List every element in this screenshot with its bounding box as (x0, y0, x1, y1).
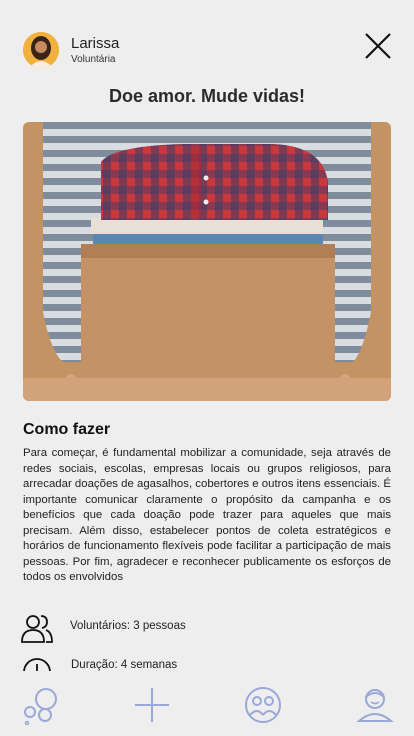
avatar[interactable] (23, 32, 59, 68)
bubbles-icon (24, 688, 57, 726)
profile-icon (356, 689, 394, 722)
header: Larissa Voluntária (0, 0, 414, 80)
section-body: Para começar, é fundamental mobilizar a … (23, 447, 391, 583)
community-icon (245, 687, 281, 723)
nav-bubbles[interactable] (20, 685, 60, 726)
user-role: Voluntária (71, 54, 116, 65)
nav-community[interactable] (243, 685, 283, 725)
nav-profile[interactable] (355, 685, 395, 725)
close-icon (365, 33, 391, 59)
donation-box-image (23, 122, 391, 401)
volunteers-text: Voluntários: 3 pessoas (70, 620, 186, 632)
duration-text: Duração: 4 semanas (71, 659, 178, 671)
volunteers-row: Voluntários: 3 pessoas (20, 612, 400, 648)
user-name: Larissa (71, 35, 120, 52)
people-icon (21, 615, 53, 643)
bottom-nav (0, 671, 414, 736)
section-title: Como fazer (23, 421, 111, 438)
nav-add[interactable] (132, 685, 172, 725)
plus-icon (135, 688, 169, 722)
close-button[interactable] (362, 30, 394, 62)
page-title: Doe amor. Mude vidas! (108, 86, 306, 106)
